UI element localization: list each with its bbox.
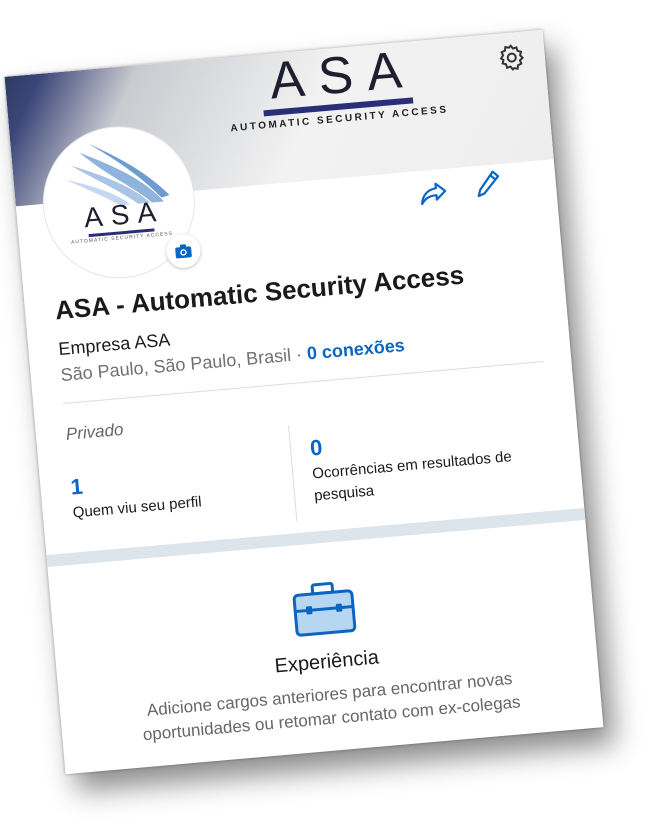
profile-views-label[interactable]: Quem viu seu perfil [72, 493, 202, 521]
share-icon[interactable] [417, 177, 450, 210]
privacy-label: Privado [65, 419, 125, 444]
connections-link[interactable]: 0 conexões [306, 335, 405, 363]
change-photo-button[interactable] [164, 232, 202, 270]
stats-vertical-divider [287, 425, 298, 522]
gear-icon[interactable] [496, 41, 529, 74]
camera-icon [175, 244, 192, 259]
edit-pencil-icon[interactable] [472, 168, 503, 200]
search-appearances-label[interactable]: Ocorrências em resultados de pesquisa [311, 444, 544, 508]
profile-views-count[interactable]: 1 [69, 474, 83, 501]
search-appearances-count[interactable]: 0 [309, 435, 323, 462]
banner-logo-text: ASA [267, 40, 418, 111]
banner-logo: ASA AUTOMATIC SECURITY ACCESS [214, 38, 460, 136]
briefcase-icon [292, 581, 357, 637]
profile-headline: Empresa ASA [57, 329, 171, 360]
profile-card: ASA AUTOMATIC SECURITY ACCESS ASA AUTOMA… [4, 29, 604, 775]
location-separator: · [290, 343, 308, 365]
